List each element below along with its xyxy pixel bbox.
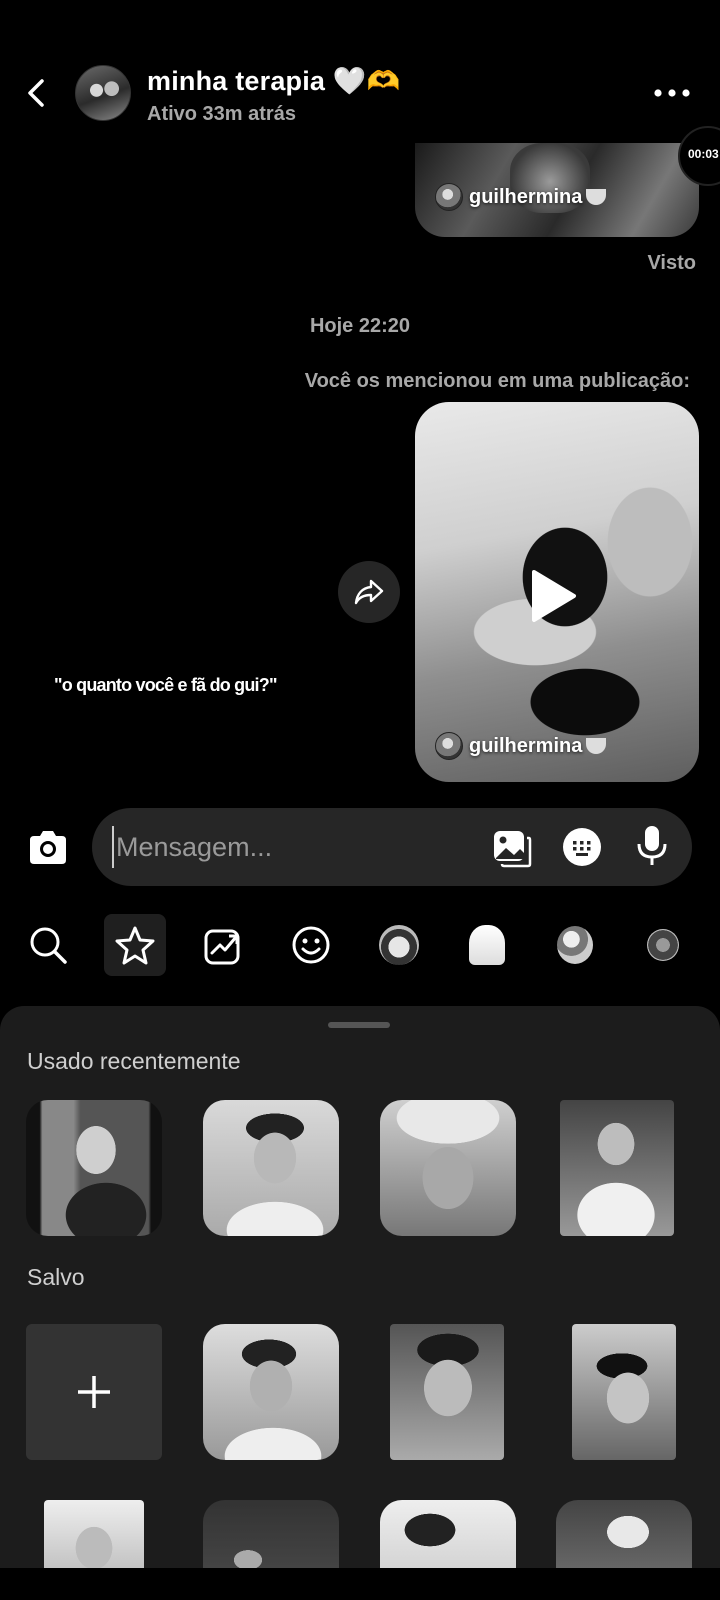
saved-sticker-2[interactable] (390, 1324, 504, 1460)
sticker-sheet: Usado recentemente Salvo (0, 1006, 720, 1600)
mention-username: guilhermina (469, 734, 583, 757)
message-text: "o quanto você e fã do gui?" (54, 675, 277, 695)
category-search[interactable] (17, 914, 79, 976)
sticker-pack-1-icon (379, 925, 419, 965)
chevron-left-icon (28, 79, 44, 107)
bottom-edge (0, 1568, 720, 1600)
white-heart-icon (586, 189, 607, 205)
dm-chat-screen: minha terapia 🤍🫶 Ativo 33m atrás guilher… (0, 0, 720, 1600)
sticker-pack-3-icon (557, 926, 593, 964)
white-heart-icon (586, 738, 607, 754)
recent-sticker-1[interactable] (26, 1100, 162, 1236)
add-sticker-button[interactable] (26, 1324, 162, 1460)
mention-avatar (435, 732, 463, 760)
saved-sticker-1[interactable] (203, 1324, 339, 1460)
chat-header: minha terapia 🤍🫶 Ativo 33m atrás (0, 55, 720, 135)
active-status: Ativo 33m atrás (147, 103, 296, 125)
back-button[interactable] (20, 75, 56, 111)
mention-tag: guilhermina (435, 183, 607, 211)
star-icon (115, 926, 155, 965)
camera-button[interactable] (26, 826, 70, 870)
category-sticker-pack-1[interactable] (368, 914, 430, 976)
category-sticker-pack-2[interactable] (456, 914, 518, 976)
play-button[interactable] (528, 568, 578, 624)
message-input[interactable] (112, 826, 472, 868)
sticker-pack-4-icon (647, 929, 679, 961)
sticker-button[interactable] (562, 827, 602, 867)
message-composer (92, 808, 692, 886)
camera-icon (30, 831, 66, 864)
trending-icon (204, 929, 240, 965)
sticker-category-bar (0, 912, 720, 978)
microphone-icon (637, 826, 667, 865)
search-icon (30, 927, 67, 964)
category-sticker-pack-4[interactable] (632, 914, 694, 976)
share-button[interactable] (338, 561, 400, 623)
category-favorites[interactable] (104, 914, 166, 976)
mention-note: Você os mencionou em uma publicação: (304, 370, 690, 392)
category-emoji[interactable] (280, 914, 342, 976)
chat-title[interactable]: minha terapia 🤍🫶 (147, 65, 401, 97)
mention-username: guilhermina (469, 185, 583, 208)
shared-video-message[interactable]: guilhermina (415, 143, 699, 237)
gallery-icon (494, 831, 532, 868)
play-icon (532, 570, 576, 622)
category-trending[interactable] (192, 914, 254, 976)
date-separator: Hoje 22:20 (309, 315, 411, 337)
recent-section-title: Usado recentemente (27, 1048, 241, 1074)
sticker-pack-2-icon (469, 925, 505, 965)
recent-sticker-4[interactable] (560, 1100, 674, 1236)
microphone-button[interactable] (634, 824, 670, 868)
smiley-icon (292, 926, 330, 964)
video-timer-text: 00:03 (688, 147, 719, 161)
plus-icon (78, 1376, 110, 1408)
share-arrow-icon (354, 579, 384, 605)
recent-sticker-2[interactable] (203, 1100, 339, 1236)
sheet-drag-handle[interactable] (328, 1022, 390, 1028)
chat-avatar[interactable] (75, 65, 131, 121)
recent-sticker-3[interactable] (380, 1100, 516, 1236)
saved-sticker-3[interactable] (572, 1324, 676, 1460)
saved-section-title: Salvo (27, 1264, 85, 1290)
category-sticker-pack-3[interactable] (544, 914, 606, 976)
mention-tag: guilhermina (435, 732, 607, 760)
mention-avatar (435, 183, 463, 211)
gallery-button[interactable] (492, 828, 532, 868)
keyboard-sticker-icon (563, 828, 601, 866)
more-options-button[interactable] (652, 81, 692, 105)
seen-status: Visto (647, 252, 696, 274)
more-dots-icon (654, 89, 690, 97)
